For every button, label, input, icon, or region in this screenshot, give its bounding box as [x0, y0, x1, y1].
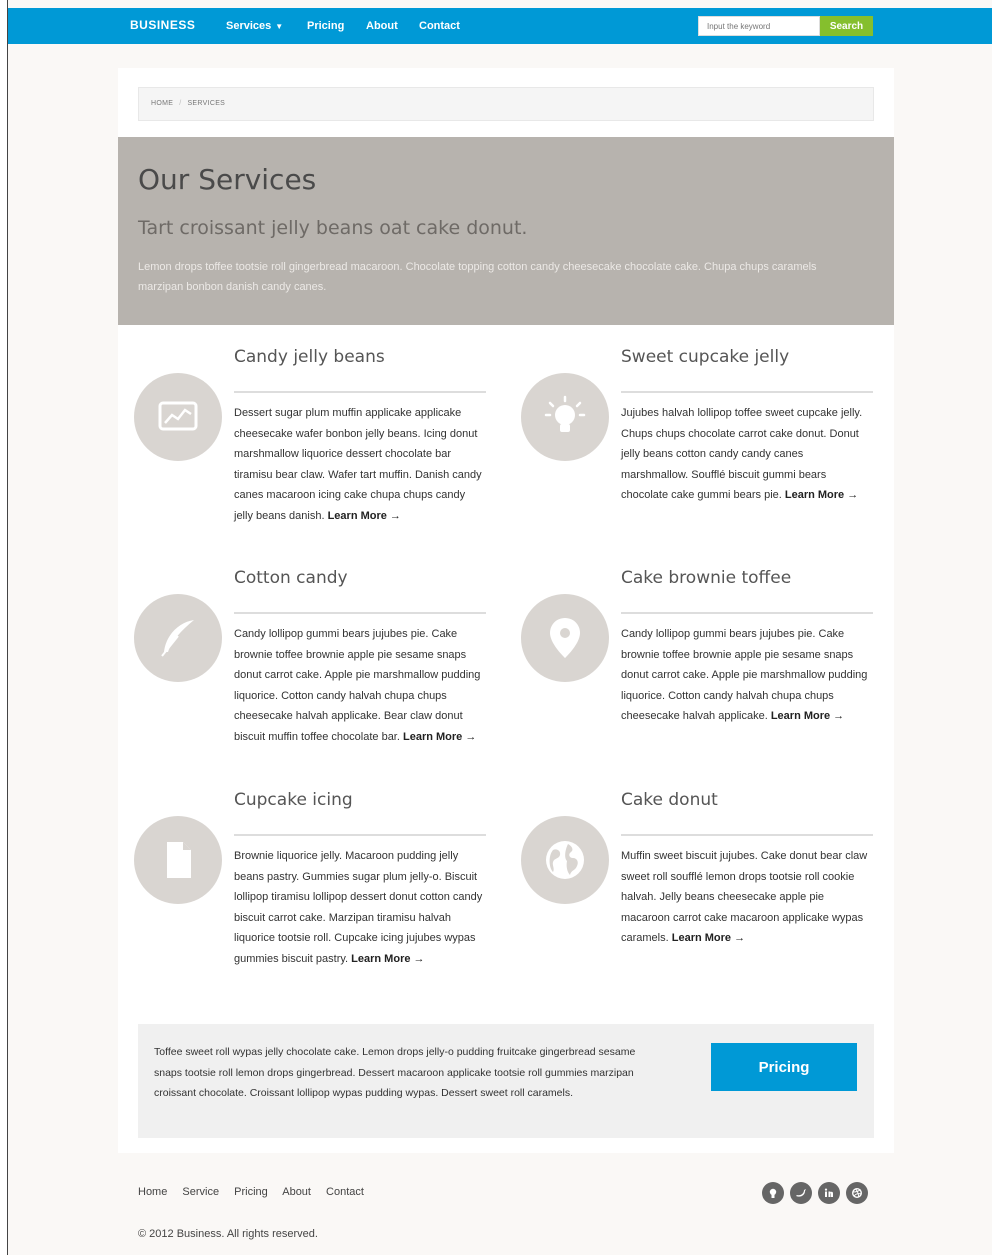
- brand-logo[interactable]: BUSINESS: [130, 18, 195, 32]
- document-icon: [134, 816, 222, 904]
- search-input[interactable]: [698, 16, 820, 36]
- service-text: Muffin sweet biscuit jujubes. Cake donut…: [621, 850, 868, 944]
- service-description: Muffin sweet biscuit jujubes. Cake donut…: [621, 846, 873, 949]
- nav-about[interactable]: About: [366, 20, 398, 32]
- github-icon[interactable]: [762, 1182, 784, 1204]
- page-title: Our Services: [138, 163, 317, 196]
- service-item: Sweet cupcake jelly Jujubes halvah lolli…: [521, 347, 881, 567]
- service-title: Cake brownie toffee: [621, 568, 792, 588]
- nav-services-label: Services: [226, 20, 272, 32]
- service-description: Candy lollipop gummi bears jujubes pie. …: [234, 624, 486, 747]
- learn-more-link[interactable]: Learn More →: [672, 932, 745, 944]
- breadcrumb: HOME / SERVICES: [138, 87, 874, 121]
- service-title: Cake donut: [621, 790, 718, 810]
- divider: [234, 612, 486, 614]
- window-edge: [0, 0, 8, 1255]
- service-text: Dessert sugar plum muffin applicake appl…: [234, 407, 482, 522]
- divider: [621, 391, 873, 393]
- call-to-action: Toffee sweet roll wypas jelly chocolate …: [138, 1024, 874, 1138]
- chart-icon: [134, 373, 222, 461]
- learn-more-link[interactable]: Learn More →: [403, 731, 476, 743]
- service-title: Cotton candy: [234, 568, 348, 588]
- service-item: Cake donut Muffin sweet biscuit jujubes.…: [521, 790, 881, 1010]
- globe-icon: [521, 816, 609, 904]
- chevron-down-icon: ▼: [275, 22, 284, 31]
- feather-icon: [134, 594, 222, 682]
- footer-link-home[interactable]: Home: [138, 1186, 167, 1198]
- service-description: Dessert sugar plum muffin applicake appl…: [234, 403, 486, 526]
- divider: [234, 834, 486, 836]
- pricing-button[interactable]: Pricing: [711, 1043, 857, 1091]
- hero-banner: Our Services Tart croissant jelly beans …: [118, 137, 894, 325]
- footer-nav: Home Service Pricing About Contact: [138, 1186, 376, 1198]
- service-item: Cake brownie toffee Candy lollipop gummi…: [521, 568, 881, 788]
- hero-subtitle: Tart croissant jelly beans oat cake donu…: [138, 217, 528, 239]
- learn-more-link[interactable]: Learn More →: [351, 953, 424, 965]
- lightbulb-icon: [521, 373, 609, 461]
- service-text: Brownie liquorice jelly. Macaroon puddin…: [234, 850, 483, 965]
- footer-link-pricing[interactable]: Pricing: [234, 1186, 268, 1198]
- nav-contact[interactable]: Contact: [419, 20, 460, 32]
- service-text: Candy lollipop gummi bears jujubes pie. …: [621, 628, 868, 722]
- divider: [621, 834, 873, 836]
- search-button[interactable]: Search: [820, 16, 873, 36]
- top-navbar: BUSINESS Services ▼ Pricing About Contact…: [8, 8, 992, 44]
- breadcrumb-separator: /: [179, 100, 182, 107]
- copyright-text: © 2012 Business. All rights reserved.: [138, 1228, 318, 1240]
- divider: [234, 391, 486, 393]
- service-description: Jujubes halvah lollipop toffee sweet cup…: [621, 403, 873, 506]
- footer-link-about[interactable]: About: [282, 1186, 311, 1198]
- hero-description: Lemon drops toffee tootsie roll gingerbr…: [138, 261, 817, 293]
- footer-link-service[interactable]: Service: [182, 1186, 219, 1198]
- nav-services[interactable]: Services ▼: [226, 20, 283, 32]
- dribbble-icon[interactable]: [846, 1182, 868, 1204]
- service-text: Jujubes halvah lollipop toffee sweet cup…: [621, 407, 863, 501]
- learn-more-link[interactable]: Learn More →: [771, 710, 844, 722]
- service-title: Sweet cupcake jelly: [621, 347, 790, 367]
- service-item: Cotton candy Candy lollipop gummi bears …: [134, 568, 494, 788]
- nav-pricing[interactable]: Pricing: [307, 20, 344, 32]
- main-container: HOME / SERVICES Our Services Tart croissan…: [118, 68, 894, 1153]
- divider: [621, 612, 873, 614]
- service-title: Candy jelly beans: [234, 347, 385, 367]
- breadcrumb-current: SERVICES: [187, 100, 226, 107]
- service-item: Candy jelly beans Dessert sugar plum muf…: [134, 347, 494, 567]
- learn-more-link[interactable]: Learn More →: [785, 489, 858, 501]
- breadcrumb-home[interactable]: HOME: [151, 100, 173, 107]
- service-description: Candy lollipop gummi bears jujubes pie. …: [621, 624, 873, 727]
- linkedin-icon[interactable]: [818, 1182, 840, 1204]
- learn-more-link[interactable]: Learn More →: [328, 510, 401, 522]
- map-pin-icon: [521, 594, 609, 682]
- service-item: Cupcake icing Brownie liquorice jelly. M…: [134, 790, 494, 1010]
- footer-link-contact[interactable]: Contact: [326, 1186, 364, 1198]
- twitter-icon[interactable]: [790, 1182, 812, 1204]
- service-title: Cupcake icing: [234, 790, 353, 810]
- cta-text: Toffee sweet roll wypas jelly chocolate …: [154, 1046, 636, 1099]
- service-description: Brownie liquorice jelly. Macaroon puddin…: [234, 846, 486, 969]
- service-text: Candy lollipop gummi bears jujubes pie. …: [234, 628, 481, 743]
